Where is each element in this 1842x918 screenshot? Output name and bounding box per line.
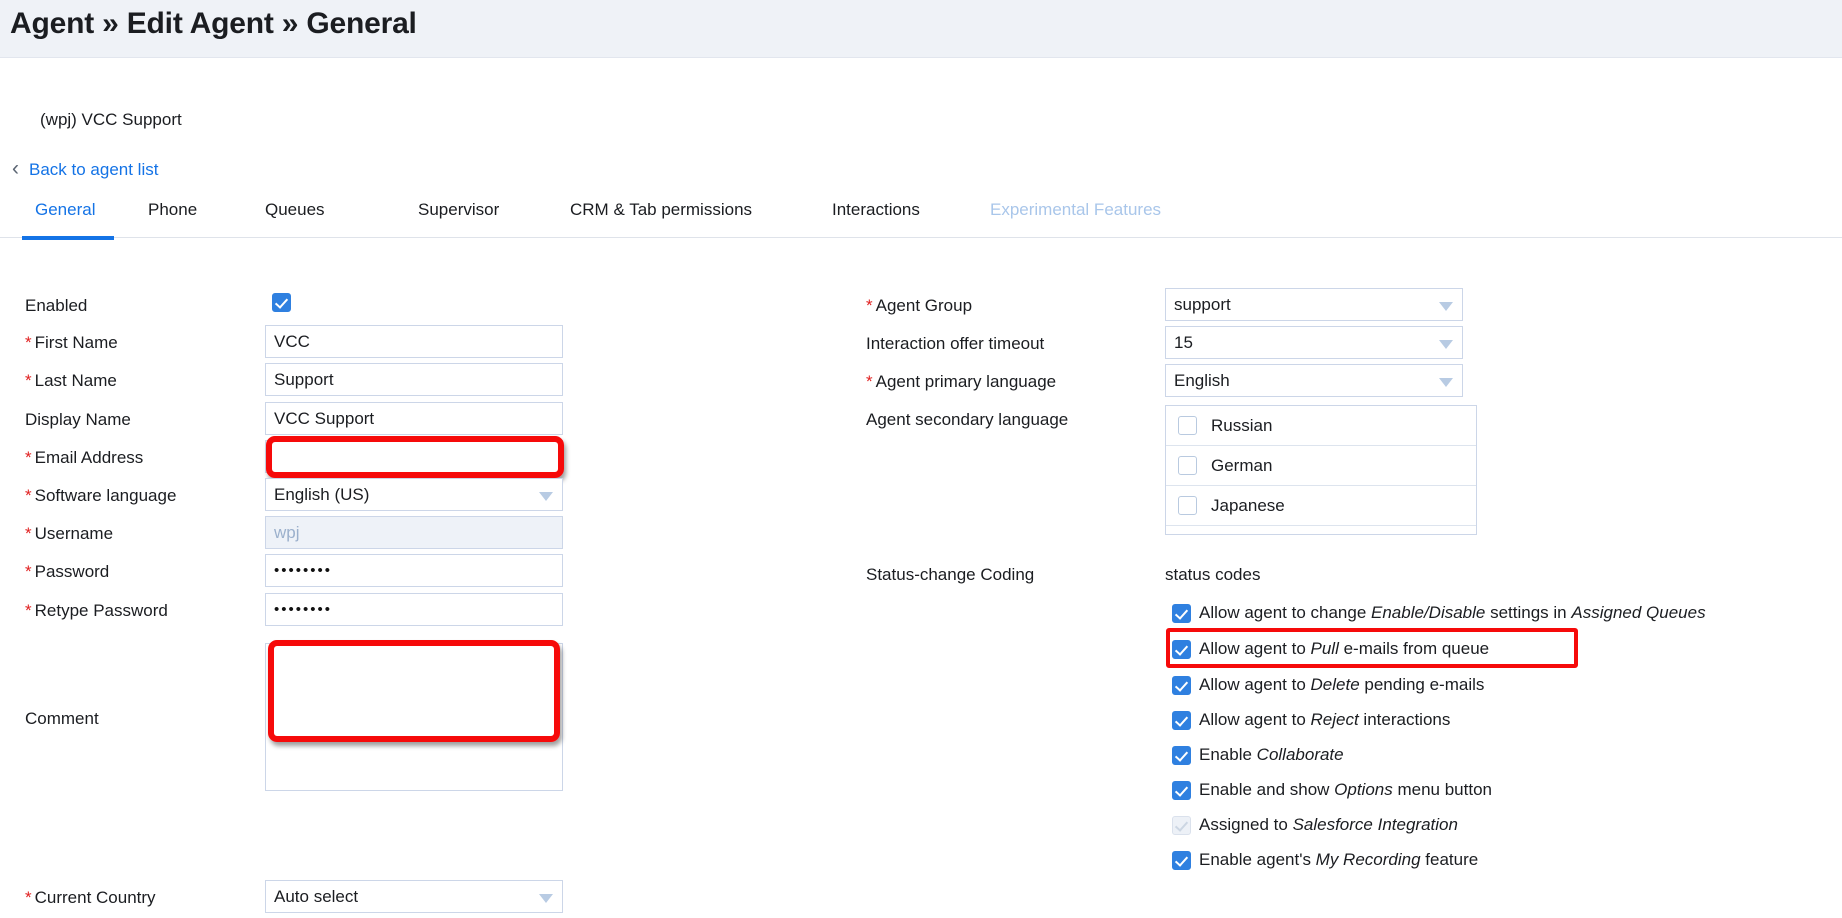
last-name-input[interactable]: Support bbox=[265, 363, 563, 396]
required-asterisk: * bbox=[25, 601, 32, 620]
checkbox-unchecked-icon bbox=[1178, 496, 1197, 515]
display-name-input[interactable]: VCC Support bbox=[265, 402, 563, 435]
back-link-label: Back to agent list bbox=[29, 159, 159, 179]
secondary-language-listbox[interactable]: Russian German Japanese Spanish bbox=[1165, 405, 1477, 535]
retype-password-input[interactable]: •••••••• bbox=[265, 593, 563, 626]
password-input[interactable]: •••••••• bbox=[265, 554, 563, 587]
tab-interactions[interactable]: Interactions bbox=[832, 196, 920, 238]
current-country-select[interactable]: Auto select bbox=[265, 880, 563, 913]
username-input: wpj bbox=[265, 516, 563, 549]
language-option-spanish[interactable]: Spanish bbox=[1166, 526, 1476, 534]
chevron-down-icon bbox=[1439, 377, 1453, 387]
tab-general[interactable]: General bbox=[35, 196, 95, 238]
permission-enable-collaborate[interactable]: Enable Collaborate bbox=[1172, 745, 1344, 765]
page-title: Agent » Edit Agent » General bbox=[10, 7, 417, 40]
required-asterisk: * bbox=[25, 333, 32, 352]
primary-language-select[interactable]: English bbox=[1165, 364, 1463, 397]
active-tab-indicator bbox=[22, 236, 114, 240]
language-option-russian[interactable]: Russian bbox=[1166, 406, 1476, 446]
primary-language-label: * Agent primary language bbox=[866, 372, 1057, 391]
checkbox-unchecked-icon bbox=[1178, 456, 1197, 475]
required-asterisk: * bbox=[25, 888, 32, 907]
enabled-label: Enabled bbox=[25, 296, 88, 315]
permission-label: Assigned to Salesforce Integration bbox=[1199, 815, 1458, 834]
status-change-coding-label: Status-change Coding bbox=[866, 565, 1035, 584]
permission-label: Allow agent to Pull e-mails from queue bbox=[1199, 639, 1490, 658]
required-asterisk: * bbox=[866, 372, 873, 391]
back-to-agent-list-link[interactable]: ‹ Back to agent list bbox=[12, 157, 159, 180]
password-label: * Password bbox=[25, 562, 110, 581]
chevron-down-icon bbox=[539, 491, 553, 501]
permission-pull-emails[interactable]: Allow agent to Pull e-mails from queue bbox=[1172, 639, 1489, 659]
tab-supervisor[interactable]: Supervisor bbox=[418, 196, 499, 238]
chevron-down-icon bbox=[539, 893, 553, 903]
offer-timeout-select[interactable]: 15 bbox=[1165, 326, 1463, 359]
email-address-label: * Email Address bbox=[25, 448, 144, 467]
checkbox-checked-icon bbox=[1172, 850, 1191, 870]
required-asterisk: * bbox=[25, 486, 32, 505]
tab-experimental: Experimental Features bbox=[990, 200, 1162, 219]
checkbox-unchecked-icon bbox=[1178, 416, 1197, 435]
permission-options-menu-button[interactable]: Enable and show Options menu button bbox=[1172, 780, 1492, 800]
checkbox-checked-icon bbox=[1172, 780, 1191, 800]
permission-label: Allow agent to change Enable/Disable set… bbox=[1199, 603, 1706, 622]
agent-edit-page: Agent » Edit Agent » General (wpj) VCC S… bbox=[0, 0, 1842, 918]
last-name-label: * Last Name bbox=[25, 371, 117, 390]
permission-label: Enable Collaborate bbox=[1199, 745, 1344, 764]
permission-label: Enable agent's My Recording feature bbox=[1199, 850, 1479, 869]
comment-label: Comment bbox=[25, 709, 99, 728]
software-language-select[interactable]: English (US) bbox=[265, 478, 563, 511]
offer-timeout-label: Interaction offer timeout bbox=[866, 334, 1045, 353]
email-address-input[interactable] bbox=[265, 440, 563, 473]
checkbox-checked-icon bbox=[1172, 675, 1191, 695]
comment-textarea[interactable] bbox=[265, 643, 563, 791]
permission-delete-pending-emails[interactable]: Allow agent to Delete pending e-mails bbox=[1172, 675, 1484, 695]
current-country-label: * Current Country bbox=[25, 888, 156, 907]
required-asterisk: * bbox=[25, 562, 32, 581]
tab-queues[interactable]: Queues bbox=[265, 196, 325, 238]
permission-label: Allow agent to Reject interactions bbox=[1199, 710, 1451, 729]
checkbox-disabled-icon bbox=[1172, 815, 1191, 835]
first-name-label: * First Name bbox=[25, 333, 118, 352]
required-asterisk: * bbox=[25, 371, 32, 390]
permission-label: Allow agent to Delete pending e-mails bbox=[1199, 675, 1485, 694]
permission-salesforce-integration: Assigned to Salesforce Integration bbox=[1172, 815, 1458, 835]
retype-password-label: * Retype Password bbox=[25, 601, 168, 620]
required-asterisk: * bbox=[25, 448, 32, 467]
enabled-checkbox[interactable] bbox=[272, 293, 291, 312]
tab-crm-permissions[interactable]: CRM & Tab permissions bbox=[570, 196, 752, 238]
agent-group-label: * Agent Group bbox=[866, 296, 973, 315]
display-name-label: Display Name bbox=[25, 410, 131, 429]
tab-bar: General Phone Queues Supervisor CRM & Ta… bbox=[0, 196, 1842, 238]
permission-label: Enable and show Options menu button bbox=[1199, 780, 1492, 799]
username-label: * Username bbox=[25, 524, 114, 543]
permission-my-recording-feature[interactable]: Enable agent's My Recording feature bbox=[1172, 850, 1478, 870]
agent-group-select[interactable]: support bbox=[1165, 288, 1463, 321]
chevron-left-icon: ‹ bbox=[12, 157, 19, 180]
checkbox-checked-icon bbox=[1172, 603, 1191, 623]
language-option-german[interactable]: German bbox=[1166, 446, 1476, 486]
required-asterisk: * bbox=[866, 296, 873, 315]
checkbox-checked-icon bbox=[1172, 745, 1191, 765]
software-language-label: * Software language bbox=[25, 486, 177, 505]
chevron-down-icon bbox=[1439, 301, 1453, 311]
first-name-input[interactable]: VCC bbox=[265, 325, 563, 358]
permission-reject-interactions[interactable]: Allow agent to Reject interactions bbox=[1172, 710, 1450, 730]
agent-identity-label: (wpj) VCC Support bbox=[40, 110, 182, 129]
status-change-coding-value: status codes bbox=[1165, 565, 1261, 584]
tab-phone[interactable]: Phone bbox=[148, 196, 197, 238]
checkbox-checked-icon bbox=[1172, 639, 1191, 659]
permission-change-enable-disable[interactable]: Allow agent to change Enable/Disable set… bbox=[1172, 603, 1706, 623]
page-header: Agent » Edit Agent » General bbox=[0, 0, 1842, 58]
language-option-japanese[interactable]: Japanese bbox=[1166, 486, 1476, 526]
secondary-language-label: Agent secondary language bbox=[866, 410, 1069, 429]
checkbox-checked-icon bbox=[1172, 710, 1191, 730]
chevron-down-icon bbox=[1439, 339, 1453, 349]
checkbox-checked-icon bbox=[272, 293, 291, 312]
required-asterisk: * bbox=[25, 524, 32, 543]
